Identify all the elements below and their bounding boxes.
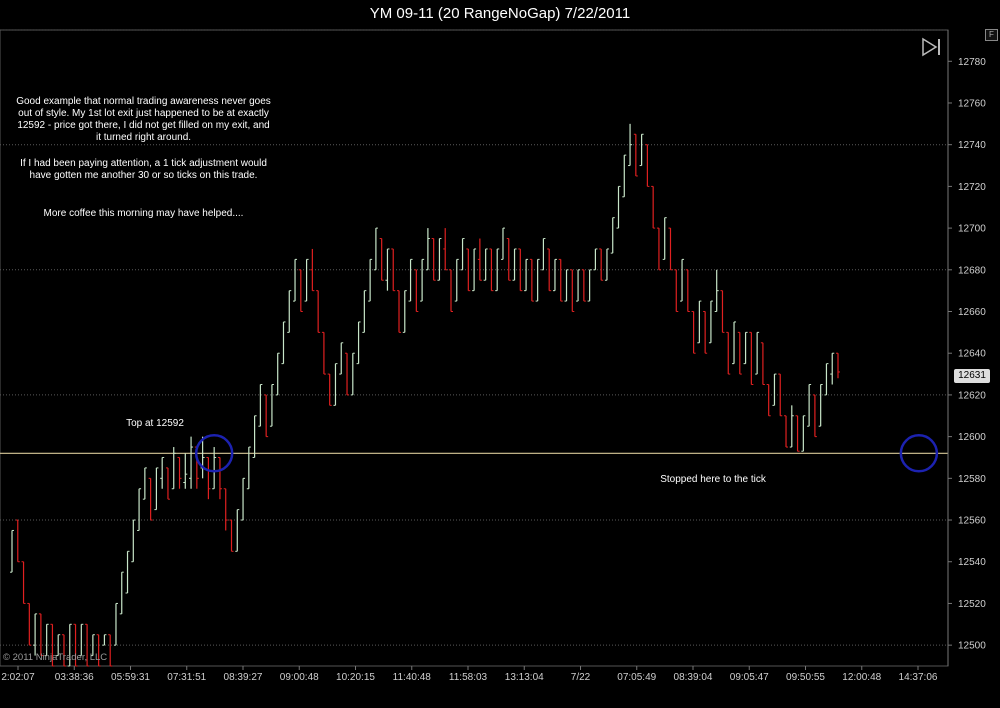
x-tick-label: 11:58:03 — [449, 672, 488, 683]
last-price-marker: 12631 — [954, 369, 990, 383]
x-tick-label: 03:38:36 — [55, 672, 94, 683]
top-label: Top at 12592 — [126, 418, 184, 429]
y-tick-label: 12640 — [958, 349, 986, 360]
y-tick-label: 12580 — [958, 474, 986, 485]
y-tick-label: 12600 — [958, 432, 986, 443]
x-tick-label: 7/22 — [571, 672, 591, 683]
y-tick-label: 12560 — [958, 516, 986, 527]
x-tick-label: 07:31:51 — [167, 672, 206, 683]
x-tick-label: 08:39:27 — [224, 672, 263, 683]
play-icon[interactable] — [921, 37, 943, 57]
y-tick-label: 12680 — [958, 265, 986, 276]
stop-label: Stopped here to the tick — [660, 474, 766, 485]
x-tick-label: 09:05:47 — [730, 672, 769, 683]
x-tick-label: 08:39:04 — [674, 672, 713, 683]
x-tick-label: 09:00:48 — [280, 672, 319, 683]
y-tick-label: 12660 — [958, 307, 986, 318]
x-tick-label: 10:20:15 — [336, 672, 375, 683]
note-paragraph-3: More coffee this morning may have helped… — [43, 208, 244, 219]
x-tick-label: 07:05:49 — [617, 672, 656, 683]
x-tick-label: 13:13:04 — [505, 672, 544, 683]
y-tick-label: 12500 — [958, 641, 986, 652]
y-tick-label: 12540 — [958, 557, 986, 568]
y-tick-label: 12780 — [958, 57, 986, 68]
copyright-text: © 2011 NinjaTrader, LLC — [3, 652, 108, 663]
y-tick-label: 12760 — [958, 98, 986, 109]
note-paragraph-1: Good example that normal trading awarene… — [16, 96, 271, 143]
y-tick-label: 12620 — [958, 390, 986, 401]
y-tick-label: 12700 — [958, 224, 986, 235]
y-tick-label: 12520 — [958, 599, 986, 610]
x-tick-label: 05:59:31 — [111, 672, 150, 683]
note-paragraph-2: If I had been paying attention, a 1 tick… — [20, 158, 267, 181]
x-tick-label: 09:50:55 — [786, 672, 825, 683]
x-tick-label: 11:40:48 — [393, 672, 432, 683]
y-axis[interactable]: 12500 12520 12540 12560 12580 12600 12620 12640… — [947, 30, 986, 666]
x-axis[interactable]: 2:02:07 03:38:36 05:59:31 07:31:51 08:39:27 0… — [1, 666, 938, 683]
x-tick-label: 14:37:06 — [899, 672, 938, 683]
x-tick-label: 12:00:48 — [842, 672, 881, 683]
x-tick-label: 2:02:07 — [1, 672, 35, 683]
y-tick-label: 12720 — [958, 182, 986, 193]
y-tick-label: 12740 — [958, 140, 986, 151]
